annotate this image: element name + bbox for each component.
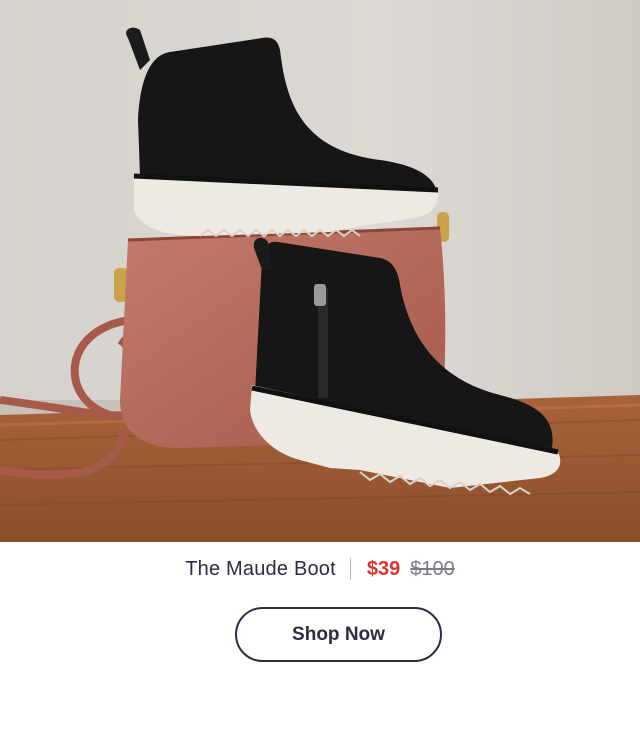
original-price: $100 xyxy=(410,557,455,580)
shop-now-button[interactable]: Shop Now xyxy=(235,607,442,662)
sale-price: $39 xyxy=(366,557,401,580)
product-info: The Maude Boot $39 $100 xyxy=(0,556,640,582)
product-name[interactable]: The Maude Boot xyxy=(185,558,336,581)
divider xyxy=(349,558,351,580)
hero-image[interactable] xyxy=(0,0,640,542)
